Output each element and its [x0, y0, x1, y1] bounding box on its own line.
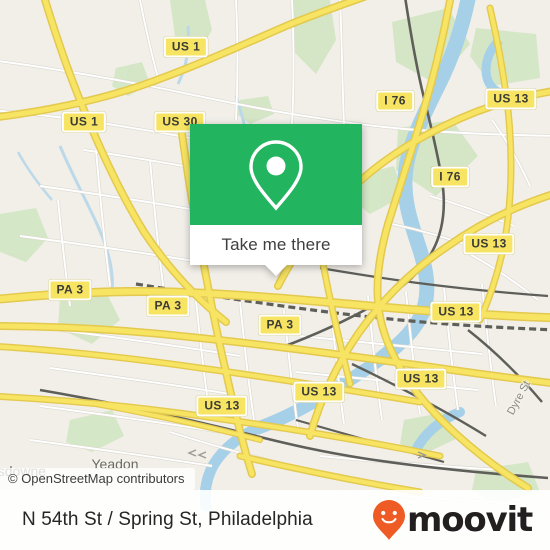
- road-shield: I 76: [376, 90, 414, 112]
- moovit-wordmark: moovit: [406, 500, 533, 540]
- road-shield: US 13: [430, 301, 482, 323]
- road-shield: US 13: [485, 88, 537, 110]
- popup-pointer: [265, 265, 287, 276]
- road-shield: US 1: [61, 111, 107, 133]
- location-popup-card[interactable]: Take me there: [190, 124, 362, 276]
- popup-cta[interactable]: Take me there: [190, 225, 362, 265]
- moovit-smiley-pin-icon: [372, 500, 405, 540]
- take-me-there-label: Take me there: [221, 235, 331, 254]
- road-shield: US 1: [163, 36, 209, 58]
- footer-bar: N 54th St / Spring St, Philadelphia moov…: [0, 490, 550, 550]
- map-screenshot: US 1 US 1 US 30 I 76 US 13 I 76 US 13 PA 3 PA 3U…: [0, 0, 550, 550]
- road-shield: US 13: [395, 368, 447, 390]
- osm-attribution[interactable]: © OpenStreetMap contributors: [0, 468, 195, 490]
- road-shield: US 13: [196, 395, 248, 417]
- road-shield: PA 3: [258, 314, 302, 336]
- road-shield: I 76: [431, 166, 469, 188]
- moovit-logo[interactable]: moovit: [372, 499, 533, 541]
- road-shield: US 13: [293, 381, 345, 403]
- road-shield: US 13: [463, 233, 515, 255]
- popup-header: [190, 124, 362, 225]
- road-shield: PA 3: [146, 295, 190, 317]
- location-title: N 54th St / Spring St, Philadelphia: [22, 509, 313, 530]
- road-shield: PA 3: [48, 279, 92, 301]
- map-pin-icon: [249, 139, 303, 211]
